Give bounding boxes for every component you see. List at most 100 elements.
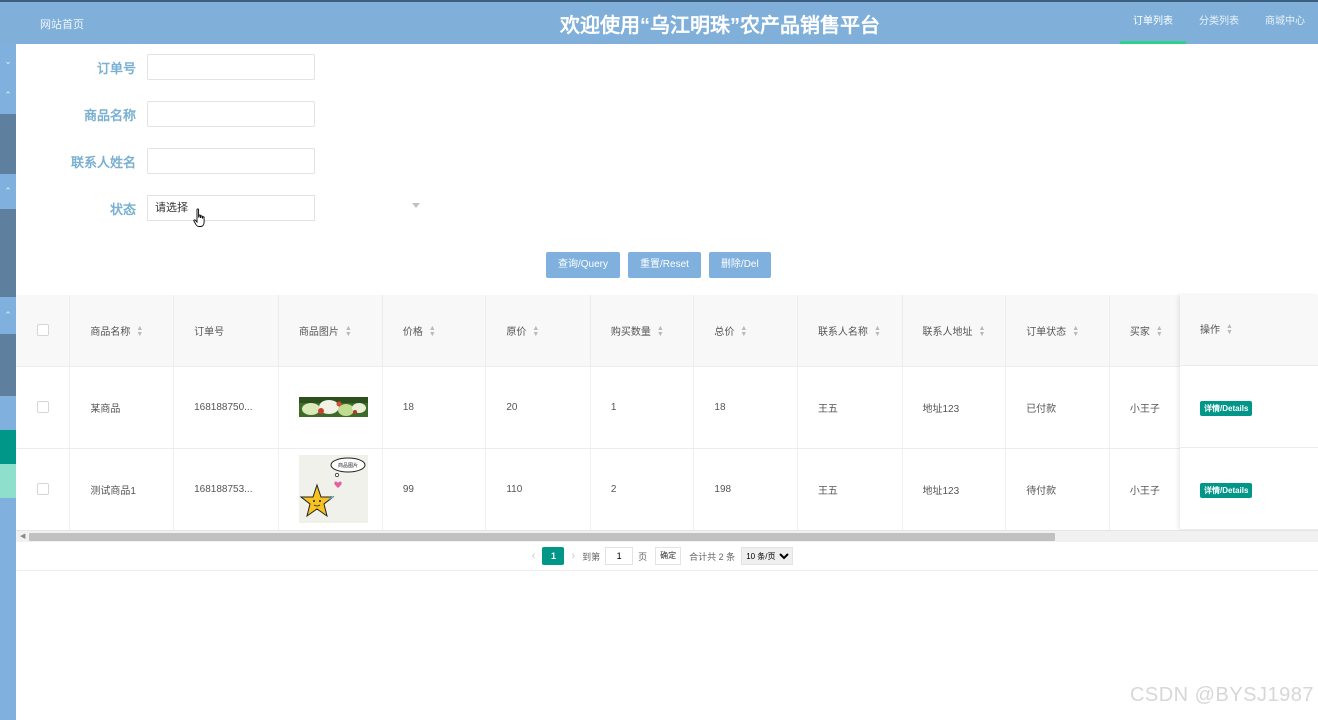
total-count: 合计共 2 条 [689,551,736,562]
col-contact-address[interactable]: 联系人地址 ▲ ▼ [902,295,1007,367]
column-header-label: 操作 [1200,325,1220,336]
sort-icon[interactable]: ▲ ▼ [136,325,143,338]
dropdown-arrow-icon[interactable] [412,203,420,208]
table-row: 测试商品1 168188753... 商品图片 99 110 2 198 王五 … [16,448,1318,531]
top-nav: 订单列表 分类列表 商城中心 [1120,2,1318,44]
select-all-checkbox[interactable] [37,324,49,337]
delete-button[interactable]: 删除/Del [708,252,771,278]
col-contact-name[interactable]: 联系人名称 ▲ ▼ [797,295,903,367]
col-price[interactable]: 价格 ▲ ▼ [382,295,487,367]
chevron-up-icon[interactable]: ⌃ [3,310,13,321]
watermark: CSDN @BYSJ1987 [1129,684,1314,706]
order-no-input[interactable] [147,54,315,80]
filter-product-name: 商品名称 [16,101,616,127]
contact-name-input[interactable] [147,148,315,174]
nav-mall-center[interactable]: 商城中心 [1252,2,1318,44]
prev-page-icon[interactable]: ‹ [532,550,536,562]
nav-category-list[interactable]: 分类列表 [1186,2,1252,44]
sort-icon[interactable]: ▲ ▼ [740,325,747,338]
col-order-no: 订单号 [173,295,279,367]
column-header-label: 订单状态 [1026,326,1067,338]
top-header: 网站首页 欢迎使用“乌江明珠”农产品销售平台 订单列表 分类列表 商城中心 [0,0,1318,44]
sort-icon[interactable]: ▲ ▼ [1072,325,1079,338]
sort-icon[interactable]: ▲ ▼ [532,325,539,338]
sidebar-item[interactable] [0,209,16,297]
status-select[interactable]: 请选择 [147,195,315,221]
status-label: 状态 [109,202,136,217]
cell-quantity: 2 [590,448,695,531]
cell-total: 18 [693,366,798,449]
sidebar-item[interactable] [0,464,16,498]
col-total[interactable]: 总价 ▲ ▼ [693,295,798,367]
details-button[interactable]: 详情/Details [1200,483,1253,498]
sidebar-item[interactable] [0,114,16,174]
cell-order-no: 168188753... [173,448,279,531]
col-product-name[interactable]: 商品名称 ▲ ▼ [69,295,175,367]
sort-icon[interactable]: ▲ ▼ [657,325,664,338]
details-button[interactable]: 详情/Details [1200,401,1253,416]
row-checkbox[interactable] [37,401,49,413]
fixed-action-column: 操作 ▲ ▼ 详情/Details 详情/Details [1180,295,1318,530]
goto-page-input[interactable] [605,547,634,565]
sort-icon[interactable]: ▲ ▼ [874,325,881,338]
contact-name-label: 联系人姓名 [70,155,136,170]
product-name-input[interactable] [147,101,315,127]
col-original-price[interactable]: 原价 ▲ ▼ [485,295,591,367]
current-page-button[interactable]: 1 [542,547,565,565]
query-button[interactable]: 查询/Query [546,252,621,278]
sort-icon[interactable]: ▲ ▼ [429,325,436,338]
scrollbar-thumb[interactable] [29,533,1055,541]
cell-product-image [278,366,383,449]
action-buttons: 查询/Query 重置/Reset 删除/Del [546,252,771,278]
cell-contact-name: 王五 [797,366,903,449]
chevron-down-icon[interactable]: ⌄ [3,56,13,67]
cell-order-status: 已付款 [1005,366,1110,449]
thumbnail-caption: 商品图片 [338,462,358,469]
col-quantity[interactable]: 购买数量 ▲ ▼ [590,295,695,367]
sort-icon[interactable]: ▲ ▼ [345,325,352,338]
order-table: 商品名称 ▲ ▼ 订单号 商品图片 ▲ ▼ 价格 ▲ ▼ 原价 ▲ ▼ 购买数量 ▲ ▼ 总价 ▲ ▼ … [16,295,1318,531]
row-checkbox[interactable] [37,483,49,495]
cell-contact-address: 地址123 [902,448,1007,531]
divider [16,570,1318,571]
filter-order-no: 订单号 [16,54,616,80]
product-thumbnail [298,397,368,417]
action-cell: 详情/Details [1180,366,1318,448]
sort-icon[interactable]: ▲ ▼ [1226,323,1233,336]
scroll-left-icon[interactable]: ◀ [20,532,25,540]
col-action[interactable]: 操作 ▲ ▼ [1180,295,1318,366]
sort-icon[interactable]: ▲ ▼ [1156,325,1163,338]
col-order-status[interactable]: 订单状态 ▲ ▼ [1005,295,1110,367]
row-select-cell [16,448,71,531]
column-header-label: 原价 [506,326,527,338]
sort-icon[interactable]: ▲ ▼ [979,325,986,338]
cell-price: 18 [382,366,487,449]
col-product-image[interactable]: 商品图片 ▲ ▼ [278,295,383,367]
next-page-icon[interactable]: › [571,550,575,562]
pagination: ‹ 1 › 到第 页 确定 合计共 2 条 10 条/页 [0,547,1318,565]
chevron-up-icon[interactable]: ⌃ [3,186,13,197]
sidebar-item-active[interactable] [0,430,16,464]
cell-total: 198 [693,448,798,531]
nav-order-list[interactable]: 订单列表 [1120,2,1186,44]
cell-product-image: 商品图片 [278,448,383,531]
cell-order-status: 待付款 [1005,448,1110,531]
table-header-row: 商品名称 ▲ ▼ 订单号 商品图片 ▲ ▼ 价格 ▲ ▼ 原价 ▲ ▼ 购买数量 ▲ ▼ 总价 ▲ ▼ … [16,295,1318,367]
cell-contact-name: 王五 [797,448,903,531]
sidebar-item[interactable] [0,334,16,396]
cell-product-name: 某商品 [69,366,175,449]
goto-confirm-button[interactable]: 确定 [655,547,682,565]
action-cell: 详情/Details [1180,448,1318,530]
cell-order-no: 168188750... [173,366,279,449]
page-size-select[interactable]: 10 条/页 [741,547,794,565]
reset-button[interactable]: 重置/Reset [628,252,701,278]
column-header-label: 买家 [1129,326,1150,338]
horizontal-scrollbar[interactable]: ◀ [16,530,1318,542]
hand-cursor-icon [193,208,207,233]
cell-quantity: 1 [590,366,695,449]
table-row: 某商品 168188750... 18 20 1 18 王五 地址123 已付款… [16,366,1318,449]
chevron-up-icon[interactable]: ⌃ [3,90,13,101]
goto-label: 到第 [582,551,601,562]
filter-status: 状态 请选择 [16,195,616,221]
cell-contact-address: 地址123 [902,366,1007,449]
